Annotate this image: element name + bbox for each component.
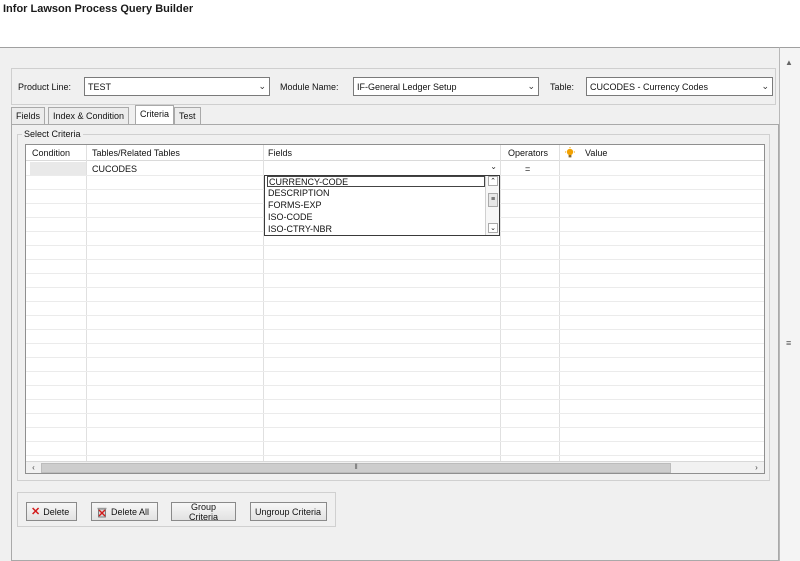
scroll-right-icon[interactable]: ›	[751, 463, 762, 473]
table-label: Table:	[550, 82, 575, 92]
row-divider	[26, 371, 764, 372]
fields-dropdown-list[interactable]: CURRENCY-CODE DESCRIPTION FORMS-EXP ISO-…	[264, 175, 500, 236]
row-divider	[26, 399, 764, 400]
field-option[interactable]: DESCRIPTION	[267, 188, 485, 199]
row-divider	[26, 385, 764, 386]
row-divider	[26, 245, 764, 246]
field-option[interactable]: ISO-CODE	[267, 212, 485, 223]
table-select[interactable]: CUCODES - Currency Codes ⌄	[586, 77, 773, 96]
row-divider	[26, 427, 764, 428]
column-header-value[interactable]: Value	[585, 148, 607, 158]
row-divider	[26, 357, 764, 358]
tab-fields[interactable]: Fields	[11, 107, 46, 124]
dropdown-scrollbar[interactable]: ⌃ ≡ ⌄	[485, 176, 499, 235]
operator-cell[interactable]: =	[525, 164, 530, 174]
delete-button-label: Delete	[43, 506, 70, 517]
product-line-label: Product Line:	[18, 82, 72, 92]
scroll-up-icon[interactable]: ▲	[785, 58, 793, 67]
scroll-thumb[interactable]: ⦀	[41, 463, 671, 473]
row-divider	[26, 273, 764, 274]
grid-header: Condition Tables/Related Tables Fields O…	[26, 145, 764, 161]
group-criteria-button-label: Group Criteria	[188, 501, 218, 522]
column-header-operators[interactable]: Operators	[508, 148, 548, 158]
row-divider	[26, 455, 764, 456]
tab-test[interactable]: Test	[174, 107, 201, 124]
column-header-condition[interactable]: Condition	[32, 148, 70, 158]
scroll-down-icon[interactable]: ⌄	[488, 223, 498, 233]
condition-cell[interactable]	[30, 162, 86, 175]
scroll-up-icon[interactable]: ⌃	[488, 176, 498, 186]
select-criteria-legend: Select Criteria	[22, 129, 83, 139]
row-divider	[26, 441, 764, 442]
chevron-down-icon: ⌄	[527, 81, 535, 91]
delete-all-button-label: Delete All	[111, 506, 150, 517]
field-option[interactable]: FORMS-EXP	[267, 200, 485, 211]
scroll-grip-icon[interactable]: ≡	[786, 338, 791, 348]
table-value: CUCODES - Currency Codes	[590, 82, 709, 92]
red-x-icon: ✕	[31, 505, 41, 518]
column-header-tables[interactable]: Tables/Related Tables	[92, 148, 180, 158]
row-divider	[26, 343, 764, 344]
tab-criteria[interactable]: Criteria	[135, 105, 175, 124]
tab-index-condition[interactable]: Index & Condition	[48, 107, 130, 124]
row-divider	[26, 259, 764, 260]
title-bar: Infor Lawson Process Query Builder	[0, 0, 800, 48]
lightbulb-icon	[565, 147, 575, 158]
row-divider	[26, 329, 764, 330]
module-name-label: Module Name:	[280, 82, 339, 92]
window-title: Infor Lawson Process Query Builder	[3, 3, 194, 15]
row-divider	[26, 287, 764, 288]
row-divider	[26, 301, 764, 302]
product-line-select[interactable]: TEST ⌄	[84, 77, 270, 96]
module-name-value: IF-General Ledger Setup	[357, 82, 457, 92]
fields-select[interactable]: ⌄	[264, 161, 500, 175]
chevron-down-icon: ⌄	[761, 81, 769, 91]
field-option[interactable]: ISO-CTRY-NBR	[267, 224, 485, 235]
field-option[interactable]: CURRENCY-CODE	[267, 176, 485, 187]
chevron-down-icon: ⌄	[258, 81, 266, 91]
ungroup-criteria-button-label: Ungroup Criteria	[255, 506, 322, 517]
row-divider	[26, 315, 764, 316]
horizontal-scrollbar[interactable]: ‹ ⦀ ›	[26, 461, 764, 473]
column-header-fields[interactable]: Fields	[268, 148, 292, 158]
scroll-thumb[interactable]: ≡	[488, 193, 498, 207]
module-name-select[interactable]: IF-General Ledger Setup ⌄	[353, 77, 539, 96]
table-cell[interactable]: CUCODES	[92, 164, 137, 174]
trash-icon	[97, 507, 107, 517]
vertical-scrollbar[interactable]: ▲ ≡	[780, 47, 800, 561]
chevron-down-icon: ⌄	[490, 162, 497, 171]
delete-all-button[interactable]: Delete All	[91, 502, 158, 521]
row-divider	[26, 413, 764, 414]
ungroup-criteria-button[interactable]: Ungroup Criteria	[250, 502, 327, 521]
scroll-left-icon[interactable]: ‹	[28, 463, 39, 473]
group-criteria-button[interactable]: Group Criteria	[171, 501, 236, 522]
criteria-grid[interactable]: Condition Tables/Related Tables Fields O…	[25, 144, 765, 474]
product-line-value: TEST	[88, 82, 112, 92]
delete-button[interactable]: ✕ Delete	[26, 502, 77, 521]
